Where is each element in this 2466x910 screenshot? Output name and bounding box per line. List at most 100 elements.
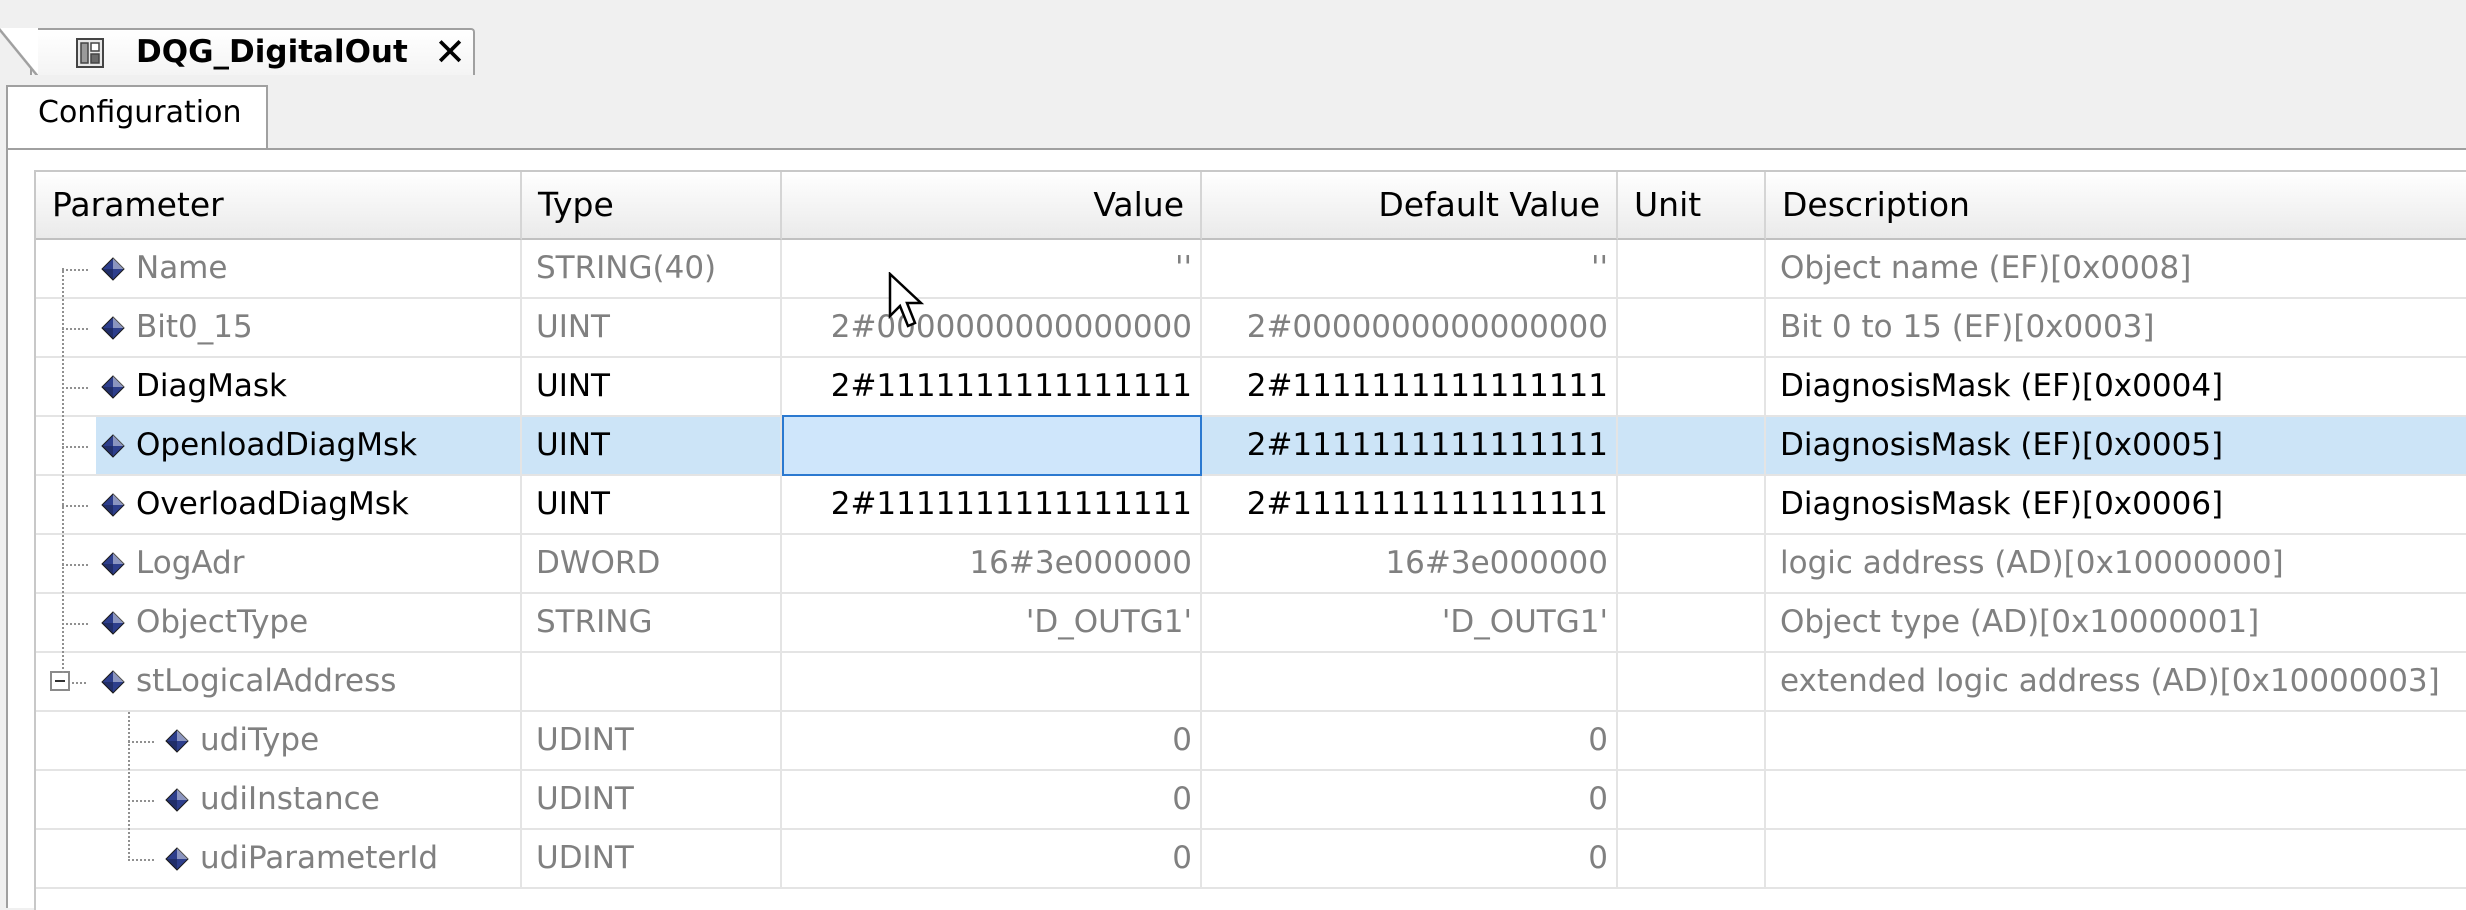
cell-unit — [1618, 476, 1766, 533]
table-row[interactable]: LogAdr DWORD 16#3e000000 16#3e000000 logic a… — [36, 535, 2466, 594]
cell-parameter[interactable]: stLogicalAddress — [36, 653, 522, 710]
cell-parameter[interactable]: Bit0_15 — [36, 299, 522, 356]
parameter-icon — [101, 434, 125, 458]
table-row[interactable]: OverloadDiagMsk UINT 2#1111111111111111 2#1… — [36, 476, 2466, 535]
table-row[interactable]: udiInstance UDINT 0 0 — [36, 771, 2466, 830]
cell-parameter[interactable]: udiType — [36, 712, 522, 769]
cell-unit — [1618, 535, 1766, 592]
cell-type: DWORD — [522, 535, 782, 592]
cell-unit — [1618, 240, 1766, 297]
table-row[interactable]: DiagMask UINT 2#1111111111111111 2#11111111… — [36, 358, 2466, 417]
cell-type: UINT — [522, 417, 782, 474]
parameter-name: udiInstance — [200, 781, 380, 817]
cell-parameter[interactable]: LogAdr — [36, 535, 522, 592]
column-header-unit[interactable]: Unit — [1618, 172, 1766, 240]
column-header-default-value[interactable]: Default Value — [1202, 172, 1618, 240]
cell-default-value — [1202, 653, 1618, 710]
tree-connector — [62, 268, 64, 673]
parameter-icon — [101, 257, 125, 281]
cell-description: extended logic address (AD)[0x10000003] — [1766, 653, 2466, 710]
cell-description: Object name (EF)[0x0008] — [1766, 240, 2466, 297]
table-row[interactable]: OpenloadDiagMskUINT02#1111111111111111Di… — [36, 415, 2466, 476]
cell-parameter[interactable]: OpenloadDiagMsk — [36, 417, 522, 474]
column-header-description[interactable]: Description — [1766, 172, 2466, 240]
cell-type: UDINT — [522, 771, 782, 828]
column-header-value[interactable]: Value — [782, 172, 1202, 240]
cell-unit — [1618, 417, 1766, 474]
cell-value[interactable]: 16#3e000000 — [782, 535, 1202, 592]
cell-value[interactable]: 0 — [782, 712, 1202, 769]
cell-unit — [1618, 653, 1766, 710]
column-header-type[interactable]: Type — [522, 172, 782, 240]
parameter-name: DiagMask — [136, 368, 288, 404]
cell-unit — [1618, 594, 1766, 651]
value-edit-box[interactable] — [782, 415, 1202, 476]
cell-default-value: 0 — [1202, 771, 1618, 828]
parameter-icon — [101, 493, 125, 517]
cell-value[interactable]: '' — [782, 240, 1202, 297]
parameter-name: OpenloadDiagMsk — [136, 427, 418, 463]
cell-parameter[interactable]: udiParameterId — [36, 830, 522, 887]
cell-unit — [1618, 358, 1766, 415]
editor-tab-title: DQG_DigitalOut — [136, 34, 408, 70]
tree-connector-children — [128, 712, 130, 858]
cell-type: STRING(40) — [522, 240, 782, 297]
parameter-name: stLogicalAddress — [136, 663, 397, 699]
cell-parameter[interactable]: DiagMask — [36, 358, 522, 415]
cell-value[interactable]: 0 — [782, 830, 1202, 887]
parameter-name: Bit0_15 — [136, 309, 253, 345]
cell-default-value: 0 — [1202, 712, 1618, 769]
column-header-parameter[interactable]: Parameter — [36, 172, 522, 240]
parameter-name: udiParameterId — [200, 840, 439, 876]
cell-type: UDINT — [522, 712, 782, 769]
parameter-icon — [101, 552, 125, 576]
cell-default-value: 2#0000000000000000 — [1202, 299, 1618, 356]
cell-unit — [1618, 830, 1766, 887]
cell-value[interactable]: 2#1111111111111111 — [782, 358, 1202, 415]
cell-default-value: 2#1111111111111111 — [1202, 476, 1618, 533]
cell-default-value: '' — [1202, 240, 1618, 297]
parameter-grid: Parameter Type Value Default Value Unit … — [34, 170, 2466, 910]
cell-value[interactable]: 0 — [782, 771, 1202, 828]
cell-default-value: 16#3e000000 — [1202, 535, 1618, 592]
cell-parameter[interactable]: Name — [36, 240, 522, 297]
cell-value[interactable] — [782, 653, 1202, 710]
close-icon[interactable]: ✕ — [432, 32, 468, 72]
cell-default-value: 'D_OUTG1' — [1202, 594, 1618, 651]
editor-tab-dqg-digitalout[interactable]: DQG_DigitalOut ✕ — [0, 28, 475, 77]
editor-tab-strip: DQG_DigitalOut ✕ — [0, 0, 2466, 77]
table-row[interactable]: stLogicalAddress extended logic address (… — [36, 653, 2466, 712]
cell-value[interactable]: 'D_OUTG1' — [782, 594, 1202, 651]
cell-value[interactable]: 2#1111111111111111 — [782, 476, 1202, 533]
parameter-icon — [101, 316, 125, 340]
cell-description: Object type (AD)[0x10000001] — [1766, 594, 2466, 651]
parameter-name: udiType — [200, 722, 320, 758]
table-row[interactable]: ObjectType STRING 'D_OUTG1' 'D_OUTG1' Object… — [36, 594, 2466, 653]
parameter-icon — [165, 847, 189, 871]
tab-slant — [0, 28, 38, 77]
cell-type: UINT — [522, 299, 782, 356]
cell-parameter[interactable]: udiInstance — [36, 771, 522, 828]
cell-default-value: 0 — [1202, 830, 1618, 887]
parameter-icon — [165, 788, 189, 812]
cell-description — [1766, 830, 2466, 887]
parameter-name: ObjectType — [136, 604, 309, 640]
cell-description — [1766, 771, 2466, 828]
cell-parameter[interactable]: OverloadDiagMsk — [36, 476, 522, 533]
cell-description: Bit 0 to 15 (EF)[0x0003] — [1766, 299, 2466, 356]
parameter-name: OverloadDiagMsk — [136, 486, 409, 522]
table-row[interactable]: udiType UDINT 0 0 — [36, 712, 2466, 771]
table-row[interactable]: udiParameterId UDINT 0 0 — [36, 830, 2466, 889]
cell-value[interactable]: 2#0000000000000000 — [782, 299, 1202, 356]
device-icon — [76, 38, 104, 68]
collapse-icon[interactable] — [50, 671, 70, 691]
parameter-icon — [101, 611, 125, 635]
cell-type: UDINT — [522, 830, 782, 887]
cell-type: STRING — [522, 594, 782, 651]
cell-parameter[interactable]: ObjectType — [36, 594, 522, 651]
table-row[interactable]: Name STRING(40) '' '' Object name (EF)[0x000… — [36, 240, 2466, 299]
cell-description — [1766, 712, 2466, 769]
table-row[interactable]: Bit0_15 UINT 2#0000000000000000 2#000000000… — [36, 299, 2466, 358]
cell-description: DiagnosisMask (EF)[0x0005] — [1766, 417, 2466, 474]
tab-configuration[interactable]: Configuration — [6, 85, 268, 153]
